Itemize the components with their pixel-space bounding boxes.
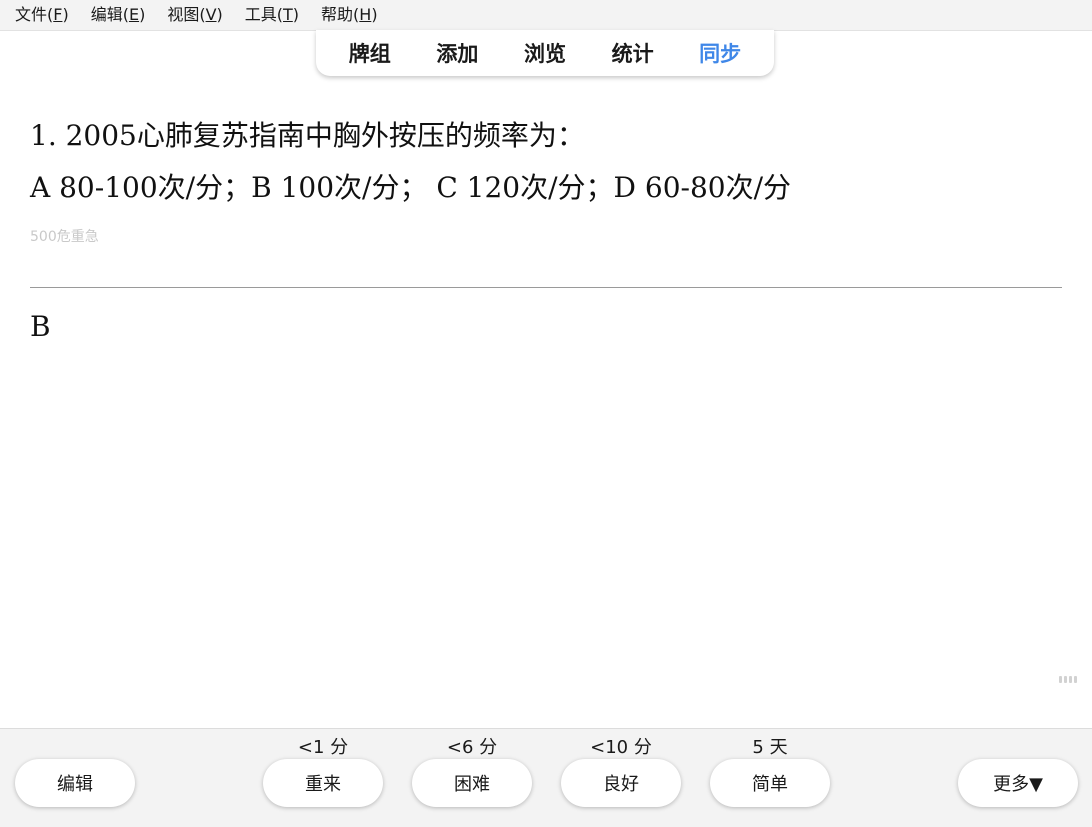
hard-button[interactable]: 困难 bbox=[412, 759, 532, 807]
nav-sync[interactable]: 同步 bbox=[699, 38, 741, 68]
menu-bar: 文件(F) 编辑(E) 视图(V) 工具(T) 帮助(H) bbox=[0, 0, 1092, 31]
menu-tools[interactable]: 工具(T) bbox=[233, 0, 309, 30]
more-button[interactable]: 更多▼ bbox=[958, 759, 1078, 807]
menu-file[interactable]: 文件(F) bbox=[0, 0, 79, 30]
nav-decks[interactable]: 牌组 bbox=[349, 38, 391, 68]
again-button[interactable]: 重来 bbox=[263, 759, 383, 807]
answer-divider bbox=[30, 287, 1062, 288]
edit-button[interactable]: 编辑 bbox=[15, 759, 135, 807]
bottom-bar: 编辑 <1 分 重来 <6 分 困难 <10 分 良好 5 天 简单 更多▼ bbox=[0, 728, 1092, 827]
menu-view[interactable]: 视图(V) bbox=[155, 0, 232, 30]
hard-interval: <6 分 bbox=[446, 737, 498, 758]
again-interval: <1 分 bbox=[297, 737, 349, 758]
nav-add[interactable]: 添加 bbox=[436, 38, 478, 68]
nav-stats[interactable]: 统计 bbox=[612, 38, 654, 68]
good-interval: <10 分 bbox=[590, 737, 652, 758]
answer-text: B bbox=[30, 310, 51, 343]
top-nav: 牌组 添加 浏览 统计 同步 bbox=[316, 30, 774, 76]
easy-button[interactable]: 简单 bbox=[710, 759, 830, 807]
menu-help[interactable]: 帮助(H) bbox=[309, 0, 388, 30]
card-tag: 500危重急 bbox=[30, 229, 99, 245]
nav-browse[interactable]: 浏览 bbox=[524, 38, 566, 68]
card-question-area: 1. 2005心肺复苏指南中胸外按压的频率为： A 80-100次/分；B 10… bbox=[30, 110, 1062, 246]
resize-grip-icon[interactable] bbox=[1055, 676, 1077, 684]
question-options: A 80-100次/分；B 100次/分； C 120次/分；D 60-80次/… bbox=[30, 171, 792, 204]
easy-interval: 5 天 bbox=[752, 737, 788, 758]
good-button[interactable]: 良好 bbox=[561, 759, 681, 807]
menu-edit[interactable]: 编辑(E) bbox=[79, 0, 156, 30]
question-text: 1. 2005心肺复苏指南中胸外按压的频率为： bbox=[30, 119, 585, 152]
